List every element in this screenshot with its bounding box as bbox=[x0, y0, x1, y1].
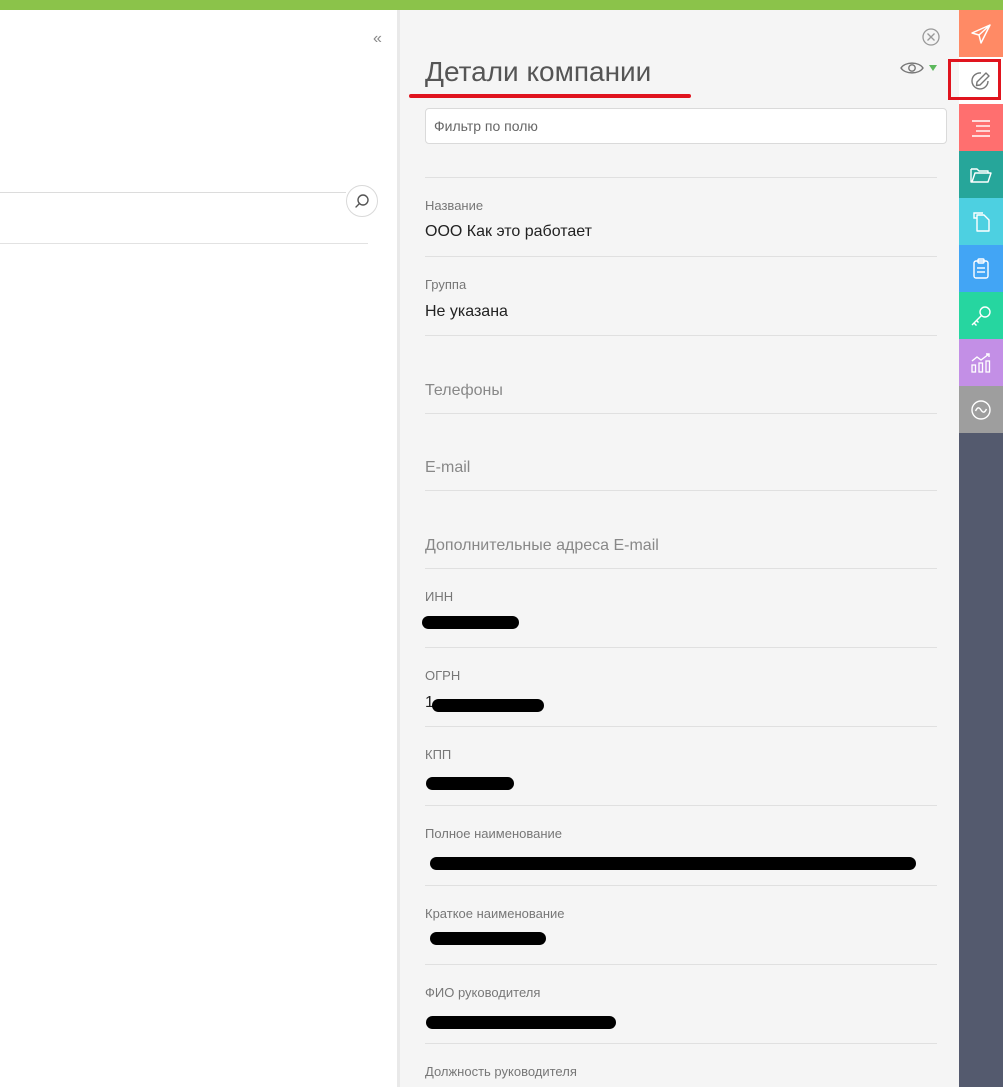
field-label-ogrn: ОГРН bbox=[425, 668, 461, 683]
field-label-kpp: КПП bbox=[425, 747, 452, 762]
redacted-value-full-name bbox=[430, 857, 916, 870]
divider bbox=[425, 647, 937, 648]
search-button[interactable] bbox=[346, 185, 378, 217]
collapse-panel-icon[interactable]: « bbox=[373, 30, 382, 48]
field-label-name: Название bbox=[425, 198, 484, 213]
clipboard-icon bbox=[973, 257, 989, 279]
redacted-value-director-name bbox=[426, 1016, 616, 1029]
folder-button[interactable] bbox=[959, 151, 1003, 198]
field-value-name[interactable]: ООО Как это работает bbox=[425, 223, 592, 241]
field-label-short-name: Краткое наименование bbox=[425, 906, 565, 921]
divider bbox=[425, 177, 937, 178]
documents-button[interactable] bbox=[959, 198, 1003, 245]
field-label-full-name: Полное наименование bbox=[425, 826, 563, 841]
eye-icon bbox=[900, 62, 924, 74]
divider bbox=[425, 726, 937, 727]
clipboard-button[interactable] bbox=[959, 245, 1003, 292]
top-accent-bar bbox=[0, 0, 1003, 10]
divider bbox=[0, 243, 368, 244]
key-button[interactable] bbox=[959, 292, 1003, 339]
divider bbox=[0, 192, 346, 193]
field-label-director-position: Должность руководителя bbox=[425, 1064, 577, 1079]
divider bbox=[425, 885, 937, 886]
send-button[interactable] bbox=[959, 10, 1003, 57]
paper-plane-icon bbox=[971, 23, 991, 44]
key-icon bbox=[971, 305, 991, 326]
field-additional-emails[interactable]: Дополнительные адреса E-mail bbox=[425, 537, 659, 555]
field-value-group[interactable]: Не указана bbox=[425, 303, 508, 321]
field-phones[interactable]: Телефоны bbox=[425, 382, 503, 400]
field-label-director-name: ФИО руководителя bbox=[425, 985, 541, 1000]
list-button[interactable] bbox=[959, 104, 1003, 151]
divider bbox=[425, 805, 937, 806]
redacted-value-short-name bbox=[430, 932, 546, 945]
divider bbox=[425, 568, 937, 569]
field-email[interactable]: E-mail bbox=[425, 459, 470, 477]
divider bbox=[425, 335, 937, 336]
divider bbox=[425, 490, 937, 491]
field-label-inn: ИНН bbox=[425, 589, 454, 604]
folder-icon bbox=[970, 167, 992, 183]
documents-icon bbox=[973, 211, 990, 232]
visibility-toggle[interactable] bbox=[900, 60, 937, 76]
redacted-value-inn bbox=[422, 616, 519, 629]
edit-button-highlight bbox=[948, 59, 1001, 100]
divider bbox=[425, 256, 937, 257]
divider bbox=[425, 1043, 937, 1044]
chevron-down-icon bbox=[929, 65, 937, 71]
wave-circle-icon bbox=[971, 399, 991, 420]
left-panel: « bbox=[0, 10, 397, 1087]
list-lines-icon bbox=[972, 119, 990, 137]
title-underline-annotation bbox=[409, 94, 691, 98]
redacted-value-kpp bbox=[426, 777, 514, 790]
company-details-panel: Детали компании Название ООО Как это раб… bbox=[400, 10, 959, 1087]
side-toolbar bbox=[959, 10, 1003, 1087]
analytics-button[interactable] bbox=[959, 339, 1003, 386]
chart-icon bbox=[971, 352, 991, 373]
divider bbox=[425, 413, 937, 414]
search-icon bbox=[355, 194, 369, 208]
close-icon[interactable] bbox=[922, 28, 940, 46]
redacted-value-ogrn bbox=[432, 699, 544, 712]
field-filter-input[interactable] bbox=[425, 108, 947, 144]
page-title: Детали компании bbox=[425, 56, 652, 87]
divider bbox=[425, 964, 937, 965]
field-label-group: Группа bbox=[425, 277, 467, 292]
activity-button[interactable] bbox=[959, 386, 1003, 433]
